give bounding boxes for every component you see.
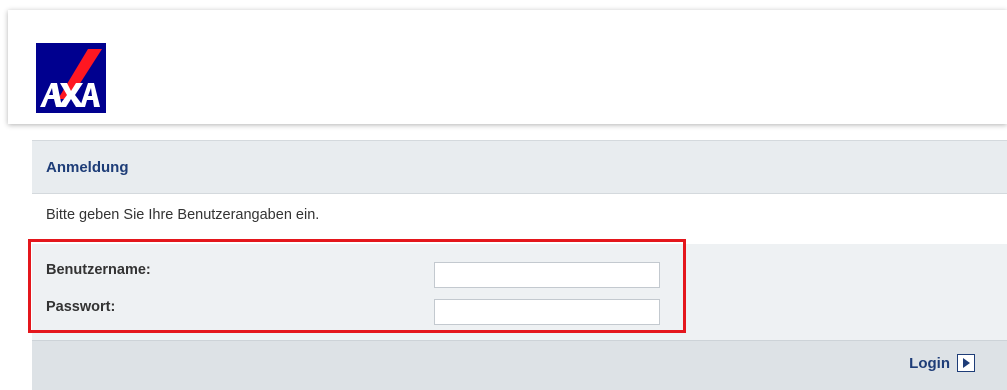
login-panel: Anmeldung Bitte geben Sie Ihre Benutzera… xyxy=(28,140,1007,390)
panel-footer: Login xyxy=(32,340,1007,390)
axa-logo xyxy=(36,43,106,113)
username-label: Benutzername: xyxy=(46,262,151,278)
login-label: Login xyxy=(909,354,950,372)
login-button[interactable]: Login xyxy=(909,354,975,372)
password-label: Passwort: xyxy=(46,299,116,315)
intro-section: Bitte geben Sie Ihre Benutzerangaben ein… xyxy=(32,194,1007,244)
panel-title: Anmeldung xyxy=(46,159,129,176)
panel-header: Anmeldung xyxy=(32,140,1007,194)
page-header xyxy=(8,10,1007,124)
intro-text: Bitte geben Sie Ihre Benutzerangaben ein… xyxy=(46,207,320,223)
password-input[interactable] xyxy=(434,299,660,325)
credentials-form: Benutzername: Passwort: xyxy=(28,239,1007,340)
username-input[interactable] xyxy=(434,262,660,288)
arrow-right-icon xyxy=(957,354,975,372)
